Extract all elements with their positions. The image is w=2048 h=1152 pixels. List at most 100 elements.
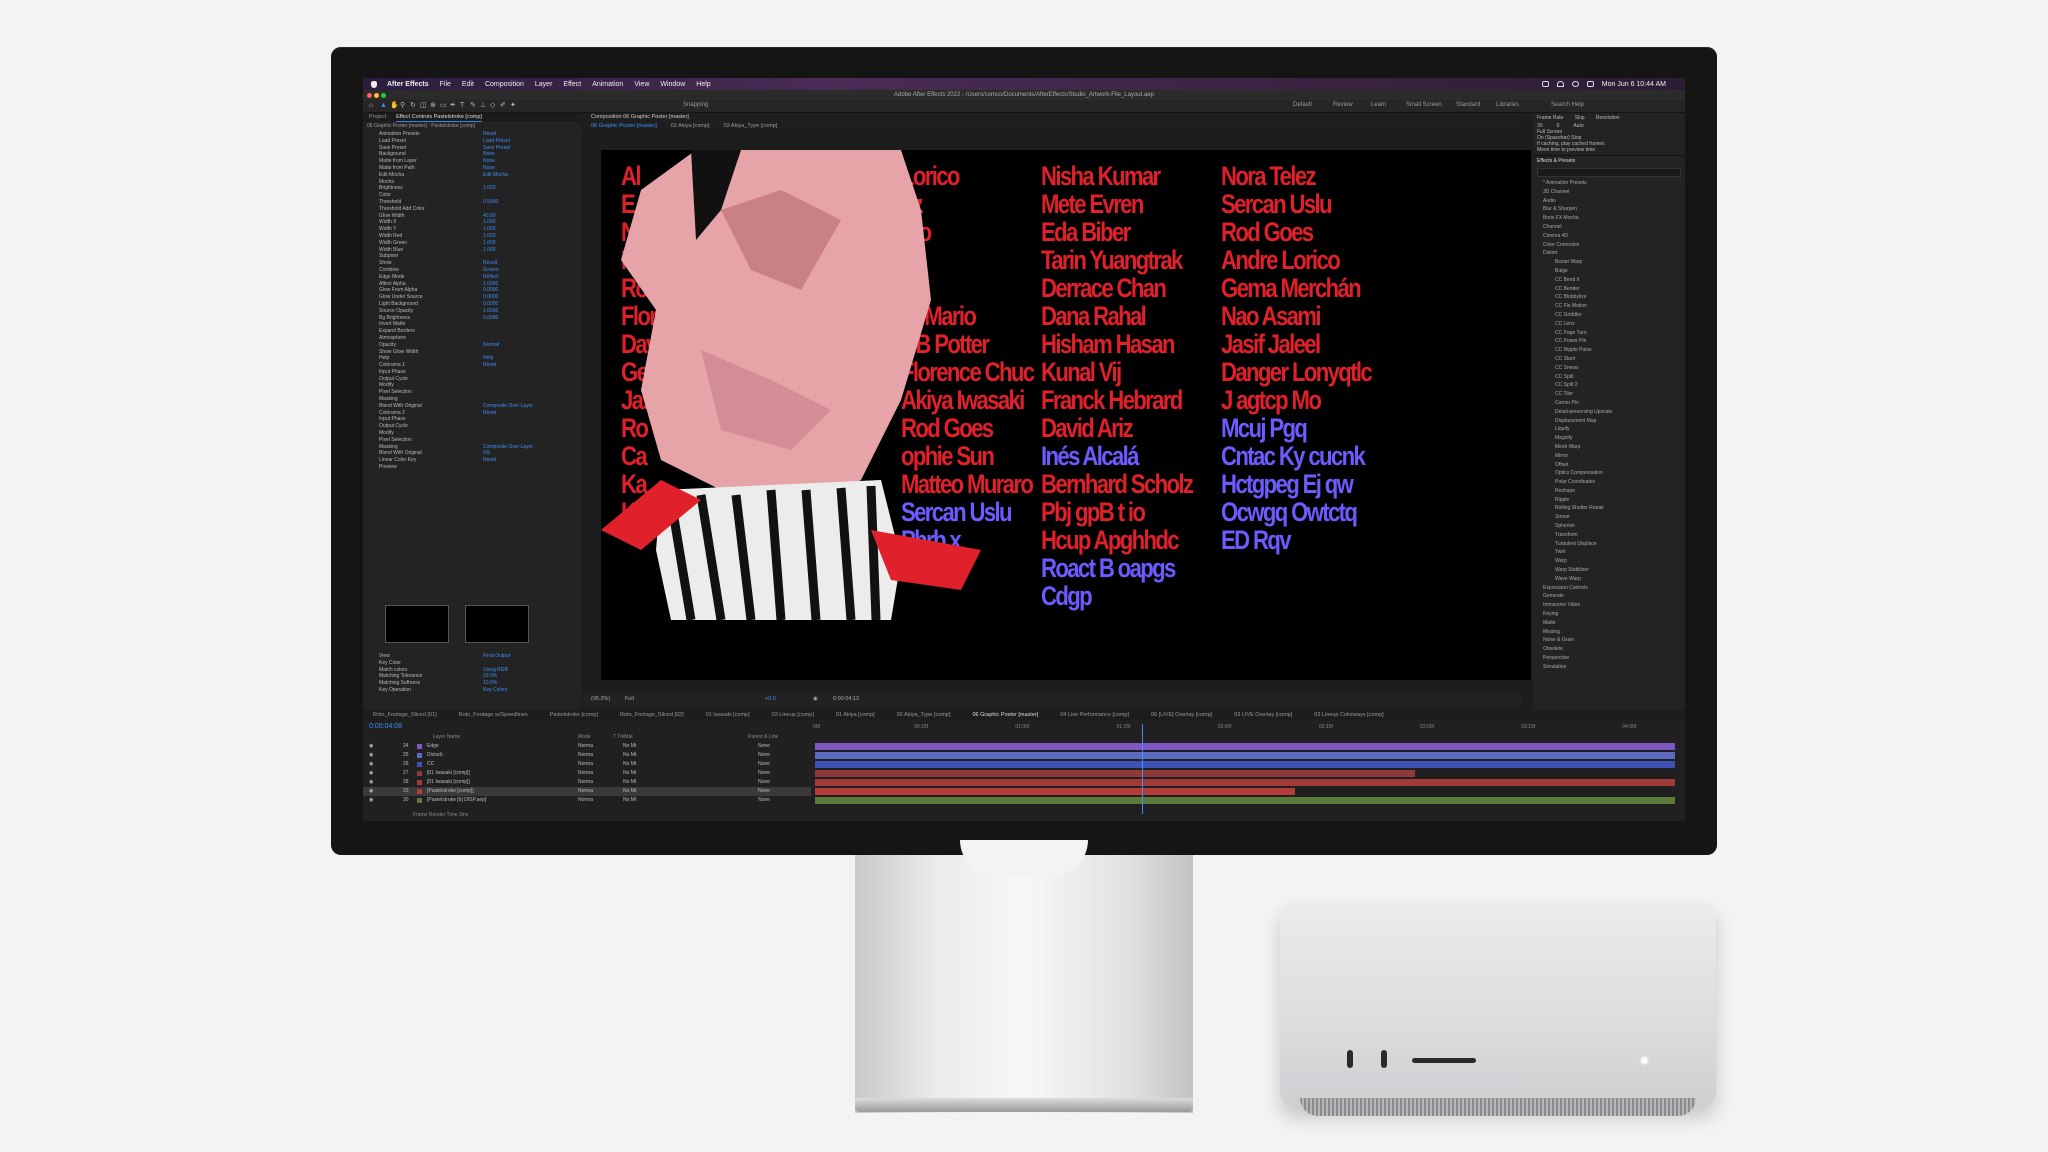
effect-property-row[interactable]: Matte from Layer None (363, 158, 581, 165)
effect-item[interactable]: Optics Compensation (1533, 469, 1685, 478)
layer-name[interactable]: CC (427, 760, 434, 769)
visibility-eye-icon[interactable]: ◉ (369, 760, 373, 769)
brush-tool-icon[interactable]: ✎ (470, 102, 477, 109)
effect-property-value[interactable]: Composite Over Layer (483, 403, 533, 410)
key-property-row[interactable]: Key Operation Key Colors (363, 687, 581, 694)
menu-composition[interactable]: Composition (485, 81, 524, 88)
effect-item[interactable]: CC Smear (1533, 364, 1685, 373)
effect-property-row[interactable]: Masking (363, 396, 581, 403)
roto-brush-tool-icon[interactable]: ✐ (500, 102, 507, 109)
effect-property-row[interactable]: Width Y 1.000 (363, 226, 581, 233)
effect-property-row[interactable]: Output Cycle (363, 376, 581, 383)
effect-property-row[interactable]: Bg Brightness 0.0000 (363, 315, 581, 322)
layer-name[interactable]: [Pastelstroke [comp]] (427, 787, 474, 796)
battery-icon[interactable] (1586, 81, 1594, 87)
layer-parent[interactable]: None (758, 778, 770, 787)
effect-property-row[interactable]: Width Green 1.000 (363, 240, 581, 247)
effect-property-row[interactable]: Colorama 1 Reset (363, 362, 581, 369)
timeline-tab[interactable]: 03 LIVE Overlay [comp] (1234, 710, 1292, 720)
effects-search-input[interactable] (1537, 168, 1681, 177)
effect-item[interactable]: Detail-preserving Upscale (1533, 408, 1685, 417)
effect-category[interactable]: Missing (1533, 628, 1685, 637)
visibility-eye-icon[interactable]: ◉ (369, 751, 373, 760)
key-property-row[interactable]: Match colors Using RGB (363, 667, 581, 674)
workspace-review[interactable]: Review (1333, 102, 1353, 108)
effect-category[interactable]: Channel (1533, 223, 1685, 232)
timeline-tab[interactable]: Roto_Footage_Sliced [02] (620, 710, 684, 720)
wifi-icon[interactable] (1556, 81, 1564, 87)
effect-category[interactable]: Blur & Sharpen (1533, 205, 1685, 214)
effect-property-row[interactable]: Combine Screen (363, 267, 581, 274)
effect-property-row[interactable]: Edge Mode Reflect (363, 274, 581, 281)
effect-item[interactable]: Bezier Warp (1533, 258, 1685, 267)
clone-stamp-tool-icon[interactable]: ⊥ (480, 102, 487, 109)
tab-project[interactable]: Project (369, 113, 386, 122)
effect-property-row[interactable]: Width X 1.000 (363, 219, 581, 226)
effect-category[interactable]: Noise & Grain (1533, 636, 1685, 645)
workspace-learn[interactable]: Learn (1371, 102, 1386, 108)
effect-category[interactable]: Simulation (1533, 663, 1685, 672)
effect-property-row[interactable]: Load Preset Load Preset (363, 138, 581, 145)
effect-property-row[interactable]: Subpixel (363, 253, 581, 260)
effect-category[interactable]: Boris FX Mocha (1533, 214, 1685, 223)
effect-item[interactable]: CC Blobbylize (1533, 293, 1685, 302)
effect-property-row[interactable]: Glow Under Source 0.0000 (363, 294, 581, 301)
effect-property-value[interactable]: Screen (483, 267, 499, 274)
effect-property-row[interactable]: Modify (363, 382, 581, 389)
layer-parent[interactable]: None (758, 760, 770, 769)
effect-property-row[interactable]: Colorama 2 Reset (363, 410, 581, 417)
layer-duration-bar[interactable] (815, 743, 1675, 750)
timeline-tab[interactable]: 01 Akiya [comp] (836, 710, 875, 720)
layer-label-color[interactable] (417, 762, 422, 767)
minimize-button[interactable] (374, 93, 379, 98)
effect-property-row[interactable]: Brightness 1.000 (363, 185, 581, 192)
hand-tool-icon[interactable]: ✋ (390, 102, 399, 109)
layer-name[interactable]: Edge (427, 742, 439, 751)
layer-trkmat[interactable]: No Mt (623, 742, 636, 751)
effect-property-row[interactable]: Width Blue 1.000 (363, 247, 581, 254)
layer-trkmat[interactable]: No Mt (623, 769, 636, 778)
effect-item[interactable]: Mesh Warp (1533, 443, 1685, 452)
layer-label-color[interactable] (417, 744, 422, 749)
layer-duration-bar[interactable] (815, 761, 1675, 768)
effect-property-value[interactable]: 1.000 (483, 240, 496, 247)
effect-property-row[interactable]: Show Result (363, 260, 581, 267)
timeline-current-time[interactable]: 0:00:04:08 (369, 723, 402, 730)
effect-category[interactable]: Cinema 4D (1533, 232, 1685, 241)
effect-item[interactable]: Turbulent Displace (1533, 540, 1685, 549)
effect-property-value[interactable]: Reset (483, 410, 496, 417)
eraser-tool-icon[interactable]: ◇ (490, 102, 497, 109)
layer-label-color[interactable] (417, 753, 422, 758)
menubar-clock[interactable]: Mon Jun 6 10:44 AM (1602, 81, 1666, 88)
rotate-tool-icon[interactable]: ↻ (410, 102, 417, 109)
layer-row[interactable]: ◉ 26 CC Norma No Mt None (363, 760, 811, 769)
effect-item[interactable]: Warp Stabilizer (1533, 566, 1685, 575)
effect-category[interactable]: Generate (1533, 592, 1685, 601)
key-property-row[interactable]: Matching Tolerance 10.0% (363, 673, 581, 680)
effect-property-value[interactable]: None (483, 151, 495, 158)
pan-behind-tool-icon[interactable]: ⊕ (430, 102, 437, 109)
effect-item[interactable]: Smear (1533, 513, 1685, 522)
key-property-value[interactable]: Key Colors (483, 687, 507, 694)
timeline-tab[interactable]: 02 Akiya_Type [comp] (897, 710, 951, 720)
layer-mode[interactable]: Norma (578, 778, 593, 787)
key-property-value[interactable]: Using RGB (483, 667, 508, 674)
effect-item[interactable]: CC Ripple Pulse (1533, 346, 1685, 355)
effect-property-row[interactable]: Output Cycle (363, 423, 581, 430)
effect-item[interactable]: CC Split 2 (1533, 381, 1685, 390)
effect-property-row[interactable]: Preview (363, 464, 581, 471)
workspace-small-screen[interactable]: Small Screen (1406, 102, 1442, 108)
menu-file[interactable]: File (440, 81, 451, 88)
zoom-button[interactable] (381, 93, 386, 98)
layer-duration-bar[interactable] (815, 752, 1675, 759)
effect-category[interactable]: Expression Controls (1533, 584, 1685, 593)
layer-duration-bar[interactable] (815, 797, 1675, 804)
resolution-dropdown[interactable]: Full (625, 696, 634, 702)
effect-category[interactable]: Perspective (1533, 654, 1685, 663)
layer-row[interactable]: ◉ 25 Disturb Norma No Mt None (363, 751, 811, 760)
effect-property-value[interactable]: 0.0000 (483, 301, 498, 308)
effect-item[interactable]: Liquify (1533, 425, 1685, 434)
effect-property-row[interactable]: Blend With Original 0% (363, 450, 581, 457)
layer-mode[interactable]: Norma (578, 742, 593, 751)
effect-property-row[interactable]: Blend With Original Composite Over Layer (363, 403, 581, 410)
